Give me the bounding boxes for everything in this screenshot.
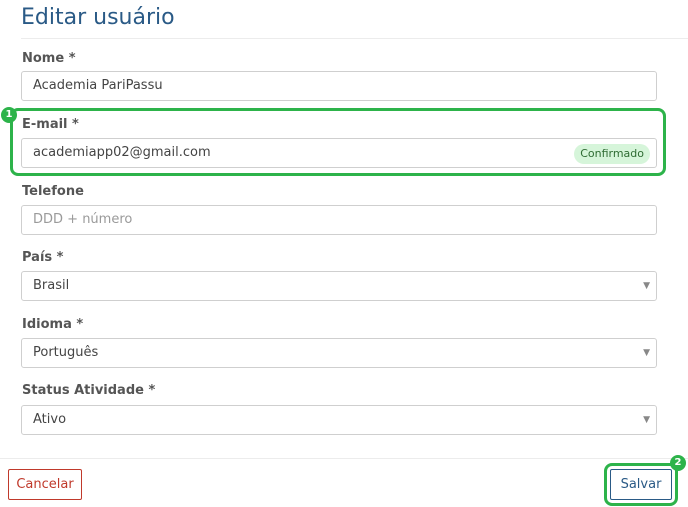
language-select[interactable]: Português ▼ — [21, 338, 657, 368]
name-label: Nome * — [22, 51, 76, 66]
chevron-down-icon: ▼ — [643, 348, 650, 358]
save-button[interactable]: Salvar — [610, 469, 672, 500]
title-divider — [21, 38, 688, 39]
country-value: Brasil — [33, 278, 70, 293]
language-value: Português — [33, 345, 99, 360]
phone-input[interactable]: DDD + número — [21, 205, 657, 235]
country-label: País * — [22, 250, 64, 265]
email-input[interactable]: academiapp02@gmail.com Confirmado — [21, 138, 657, 168]
email-value: academiapp02@gmail.com — [33, 145, 211, 160]
status-label: Status Atividade * — [22, 383, 156, 398]
email-label: E-mail * — [22, 117, 79, 132]
footer-divider — [0, 458, 688, 459]
phone-label: Telefone — [22, 184, 84, 199]
country-select[interactable]: Brasil ▼ — [21, 271, 657, 301]
chevron-down-icon: ▼ — [643, 415, 650, 425]
step-marker-2: 2 — [670, 455, 686, 471]
page-title: Editar usuário — [21, 5, 175, 30]
language-label: Idioma * — [22, 317, 84, 332]
email-confirmed-badge: Confirmado — [574, 144, 650, 164]
step-marker-1: 1 — [1, 107, 17, 123]
name-input[interactable]: Academia PariPassu — [21, 71, 657, 101]
cancel-button[interactable]: Cancelar — [8, 469, 82, 500]
chevron-down-icon: ▼ — [643, 281, 650, 291]
status-select[interactable]: Ativo ▼ — [21, 405, 657, 435]
status-value: Ativo — [33, 412, 67, 427]
